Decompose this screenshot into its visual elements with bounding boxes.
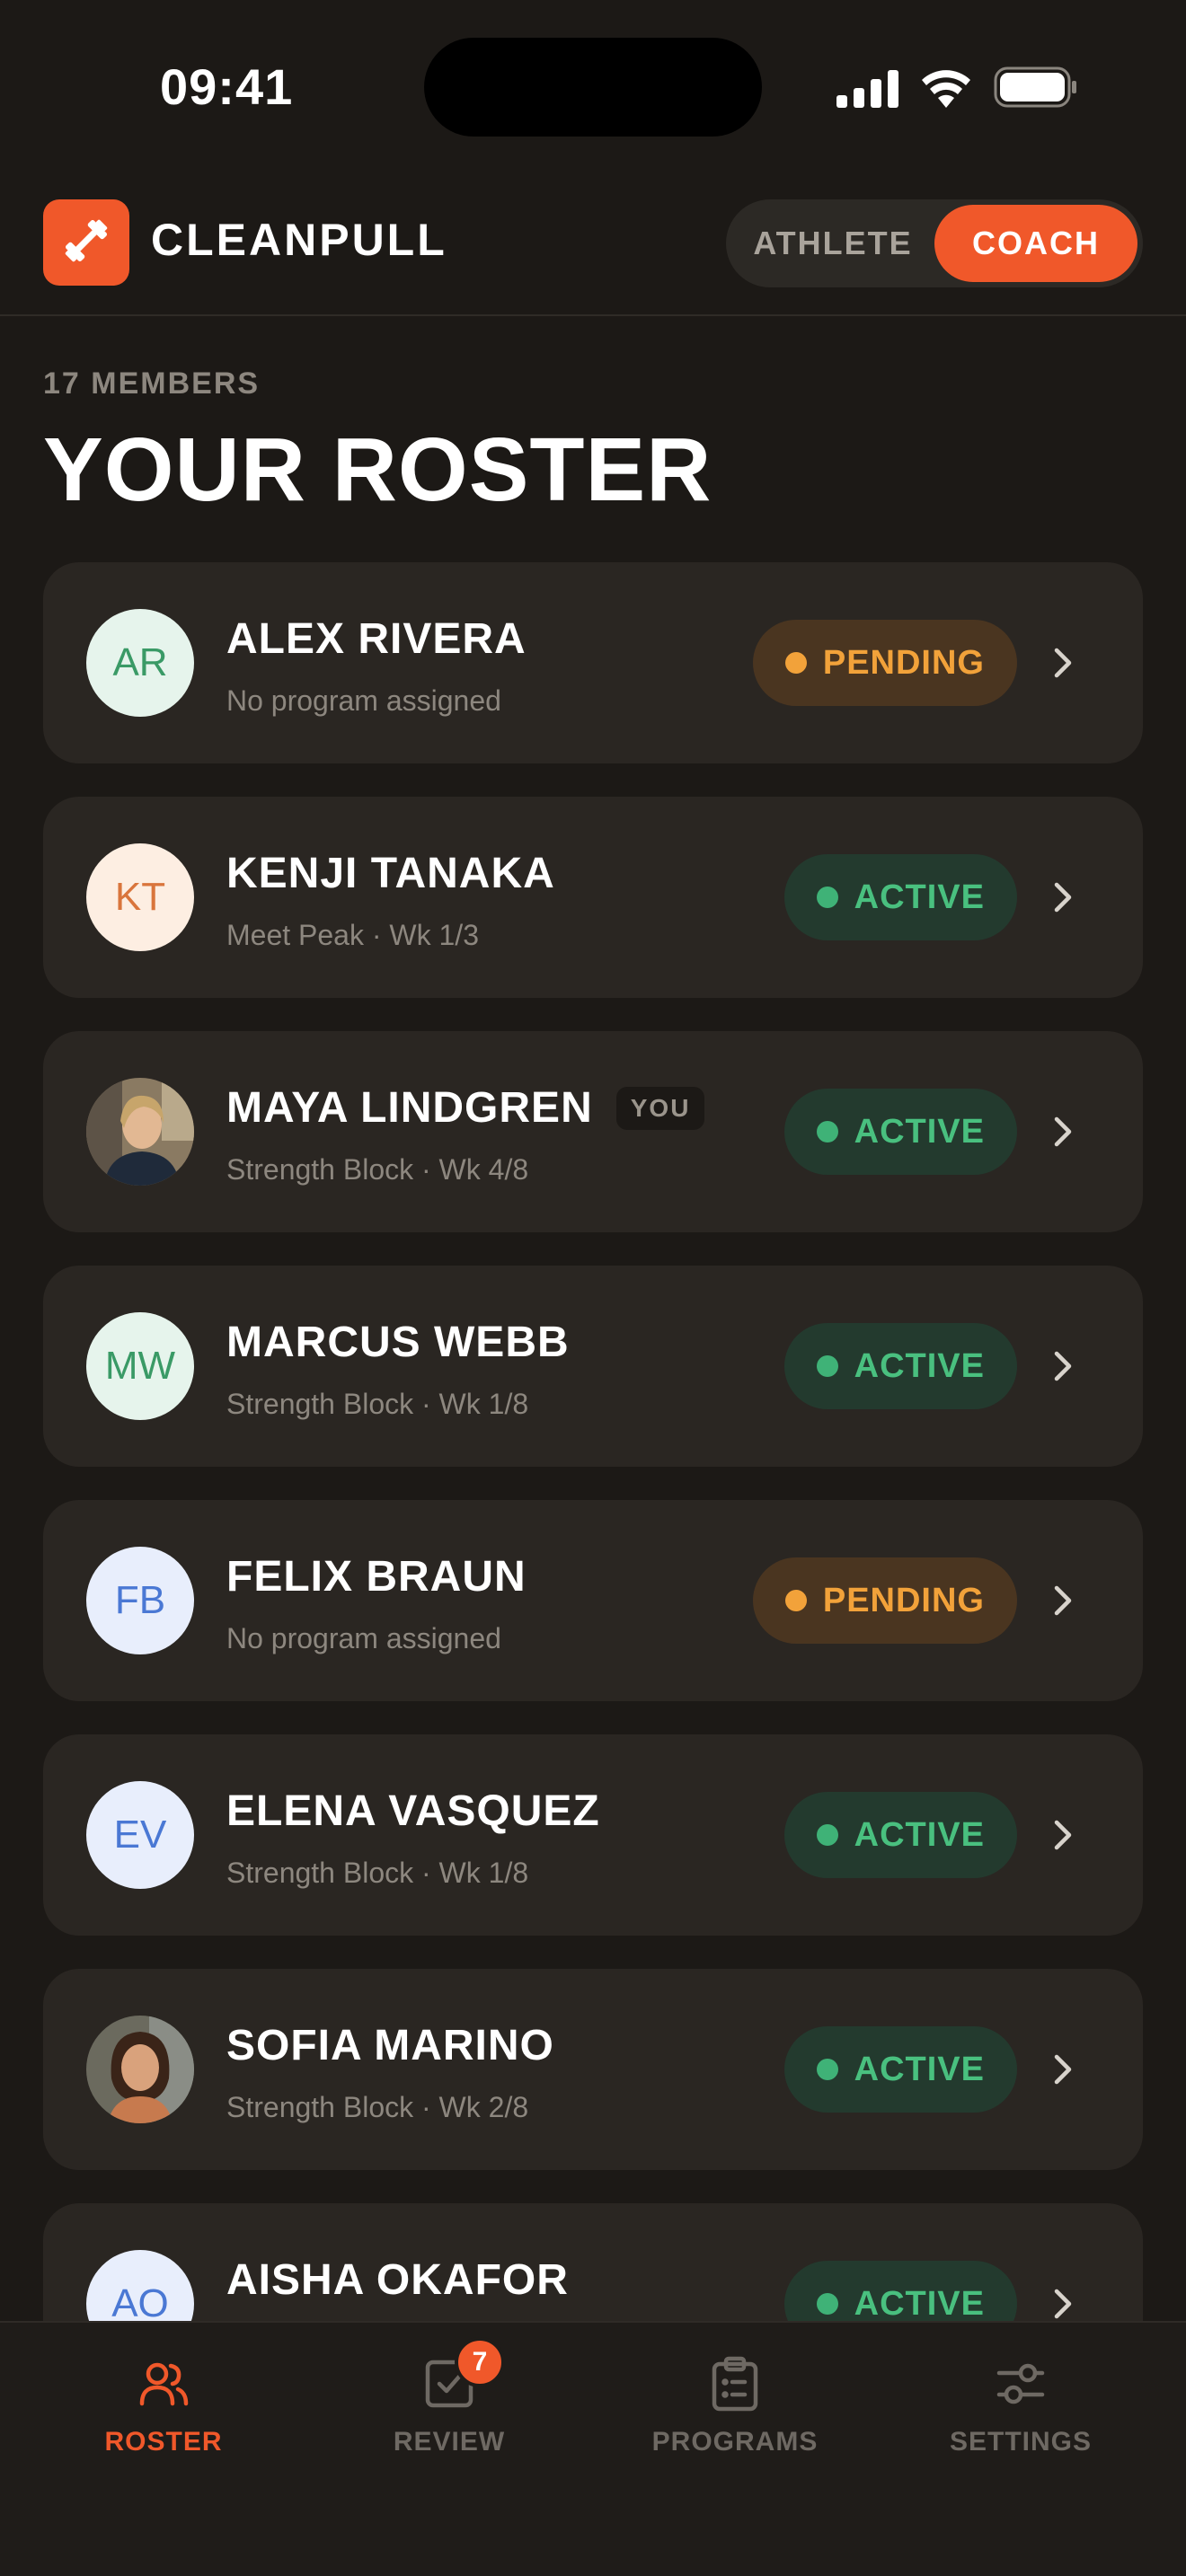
page-title: YOUR ROSTER [43,419,712,520]
app-header: CLEANPULL ATHLETE COACH [0,171,1186,316]
status-icons [836,65,1078,108]
tab-settings[interactable]: SETTINGS [872,2355,1169,2481]
status-dot-icon [816,2059,838,2080]
status-dot-icon [816,2293,838,2315]
status-badge: ACTIVE [783,1089,1017,1175]
app-logo [43,199,129,286]
chevron-right-icon[interactable] [1042,2282,1085,2323]
avatar: MW [86,1312,194,1420]
member-name: ELENA VASQUEZ [226,1787,600,1835]
roster-card-alex-rivera[interactable]: AR ALEX RIVERA No program assigned PENDI… [43,562,1143,763]
member-name: AISHA OKAFOR [226,2256,569,2304]
you-tag: YOU [615,1086,705,1130]
role-toggle: ATHLETE COACH [726,199,1143,287]
status-badge: ACTIVE [783,854,1017,940]
status-dot-icon [816,1355,838,1377]
tab-label: REVIEW [393,2427,506,2457]
status-badge: PENDING [752,620,1017,706]
roster-card-maya-lindgren[interactable]: MAYA LINDGREN YOU Strength Block · Wk 4/… [43,1031,1143,1232]
tab-label: SETTINGS [949,2427,1092,2457]
chevron-right-icon[interactable] [1042,876,1085,919]
role-coach-button[interactable]: COACH [934,205,1137,282]
roster-card-marcus-webb[interactable]: MW MARCUS WEBB Strength Block · Wk 1/8 A… [43,1266,1143,1467]
checkbox-icon: 7 [420,2337,505,2413]
tab-label: PROGRAMS [651,2427,819,2457]
member-name: FELIX BRAUN [226,1553,527,1601]
chevron-right-icon[interactable] [1042,2048,1085,2091]
tab-programs[interactable]: PROGRAMS [587,2355,883,2481]
status-label: ACTIVE [854,2050,985,2088]
roster-card-kenji-tanaka[interactable]: KT KENJI TANAKA Meet Peak · Wk 1/3 ACTIV… [43,797,1143,998]
status-label: PENDING [822,643,985,682]
roster-card-elena-vasquez[interactable]: EV ELENA VASQUEZ Strength Block · Wk 1/8… [43,1734,1143,1936]
member-name: KENJI TANAKA [226,850,555,897]
members-count: 17 MEMBERS [43,366,261,401]
status-dot-icon [816,887,838,908]
avatar-photo [86,2016,194,2123]
avatar: EV [86,1781,194,1889]
chevron-right-icon[interactable] [1042,1110,1085,1153]
member-name: ALEX RIVERA [226,615,527,663]
status-badge: ACTIVE [783,1792,1017,1878]
status-label: ACTIVE [854,1346,985,1385]
roster-card-felix-braun[interactable]: FB FELIX BRAUN No program assigned PENDI… [43,1500,1143,1701]
tab-label: ROSTER [104,2427,223,2457]
roster-card-sofia-marino[interactable]: SOFIA MARINO Strength Block · Wk 2/8 ACT… [43,1969,1143,2170]
chevron-right-icon[interactable] [1042,1813,1085,1857]
member-name: MAYA LINDGREN [226,1084,593,1132]
status-dot-icon [816,1121,838,1142]
battery-icon [994,66,1078,108]
member-program: Strength Block · Wk 4/8 [226,1153,529,1186]
status-dot-icon [816,1824,838,1846]
member-name: MARCUS WEBB [226,1319,570,1366]
status-label: ACTIVE [854,2284,985,2323]
people-icon [135,2355,192,2413]
bottom-tab-bar: ROSTER 7 REVIEW PROGRAMS SETTINGS [0,2321,1186,2576]
dynamic-island [424,38,762,137]
sliders-icon [992,2355,1049,2413]
avatar: KT [86,843,194,951]
chevron-right-icon[interactable] [1042,1345,1085,1388]
status-label: ACTIVE [854,878,985,916]
chevron-right-icon[interactable] [1042,1579,1085,1622]
status-badge: PENDING [752,1557,1017,1644]
cellular-signal-icon [836,68,898,108]
app-name: CLEANPULL [151,215,447,265]
member-program: Strength Block · Wk 1/8 [226,1857,529,1889]
member-program: Meet Peak · Wk 1/3 [226,919,479,951]
chevron-right-icon[interactable] [1042,641,1085,684]
clipboard-icon [706,2355,764,2413]
member-program: No program assigned [226,684,501,717]
avatar: FB [86,1547,194,1654]
status-badge: ACTIVE [783,2026,1017,2113]
roster-card-aisha-okafor[interactable]: AO AISHA OKAFOR ACTIVE [43,2203,1143,2323]
wifi-icon [920,68,972,108]
status-dot-icon [784,1590,807,1611]
roster-list[interactable]: AR ALEX RIVERA No program assigned PENDI… [43,562,1143,2323]
member-name: SOFIA MARINO [226,2022,554,2069]
status-badge: ACTIVE [783,2261,1017,2323]
status-label: ACTIVE [854,1815,985,1854]
dumbbell-icon [59,214,113,272]
status-bar: 09:41 [0,0,1186,171]
status-label: ACTIVE [854,1112,985,1151]
status-dot-icon [784,652,807,674]
member-program: No program assigned [226,1622,501,1654]
avatar-photo [86,1078,194,1186]
member-program: Strength Block · Wk 2/8 [226,2091,529,2123]
status-label: PENDING [822,1581,985,1619]
member-program: Strength Block · Wk 1/8 [226,1388,529,1420]
tab-roster[interactable]: ROSTER [15,2355,312,2481]
avatar: AO [86,2250,194,2323]
tab-review[interactable]: 7 REVIEW [301,2337,597,2481]
avatar: AR [86,609,194,717]
role-athlete-button[interactable]: ATHLETE [731,205,934,282]
status-badge: ACTIVE [783,1323,1017,1409]
status-time: 09:41 [160,58,294,115]
review-count-badge: 7 [455,2337,505,2387]
